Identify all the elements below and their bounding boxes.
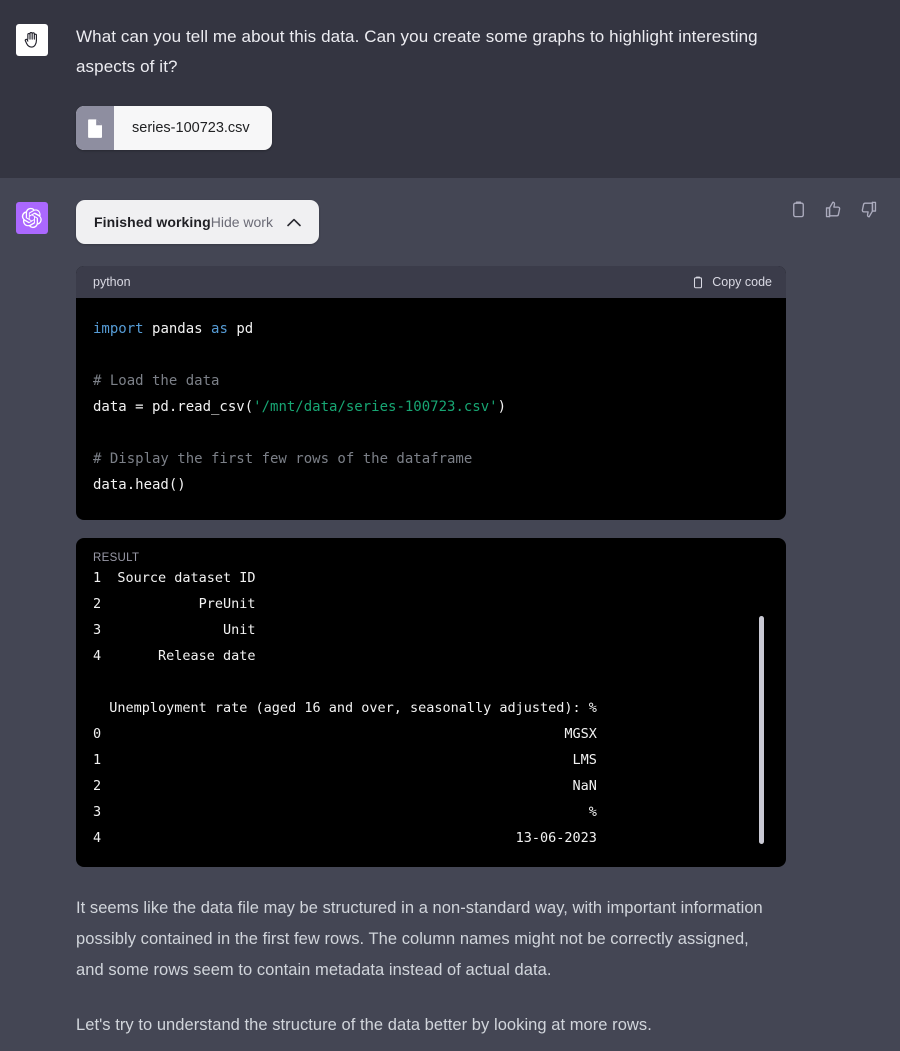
assistant-paragraph: It seems like the data file may be struc… [76, 899, 763, 979]
thumbs-down-icon[interactable] [859, 200, 878, 219]
copy-code-label: Copy code [712, 275, 772, 289]
assistant-message-turn: Finished working Hide work python Copy c… [0, 178, 900, 1051]
attachment-filename: series-100723.csv [132, 120, 250, 136]
code-language-label: python [93, 275, 131, 289]
copy-icon[interactable] [789, 200, 808, 219]
result-label: RESULT [93, 552, 140, 564]
thumbs-up-icon[interactable] [824, 200, 843, 219]
chevron-up-icon[interactable] [287, 218, 301, 227]
assistant-paragraph: Let's try to understand the structure of… [76, 1016, 652, 1034]
attachment-chip[interactable]: series-100723.csv [76, 106, 272, 150]
hide-work-label[interactable]: Hide work [211, 214, 273, 230]
work-status-label: Finished working [94, 214, 211, 230]
code-block-header: python Copy code [76, 266, 786, 298]
user-message-turn: What can you tell me about this data. Ca… [0, 0, 900, 178]
finished-working-pill[interactable]: Finished working Hide work [76, 200, 319, 244]
code-result-block: RESULT 1 Source dataset ID 2 PreUnit 3 U… [76, 538, 786, 867]
openai-logo-icon [21, 207, 42, 229]
message-actions [789, 200, 878, 219]
result-scrollbar[interactable] [759, 616, 764, 844]
file-document-icon [76, 106, 114, 150]
copy-code-button[interactable]: Copy code [691, 275, 772, 290]
clipboard-icon [694, 276, 703, 288]
assistant-avatar [16, 202, 48, 234]
result-output-text[interactable]: 1 Source dataset ID 2 PreUnit 3 Unit 4 R… [76, 565, 786, 851]
user-avatar [16, 24, 48, 56]
hand-palm-icon [24, 31, 37, 48]
user-message-text: What can you tell me about this data. Ca… [76, 27, 758, 76]
code-block: python Copy code import pandas as pd # L… [76, 266, 786, 520]
code-block-body[interactable]: import pandas as pd # Load the data data… [76, 298, 786, 520]
